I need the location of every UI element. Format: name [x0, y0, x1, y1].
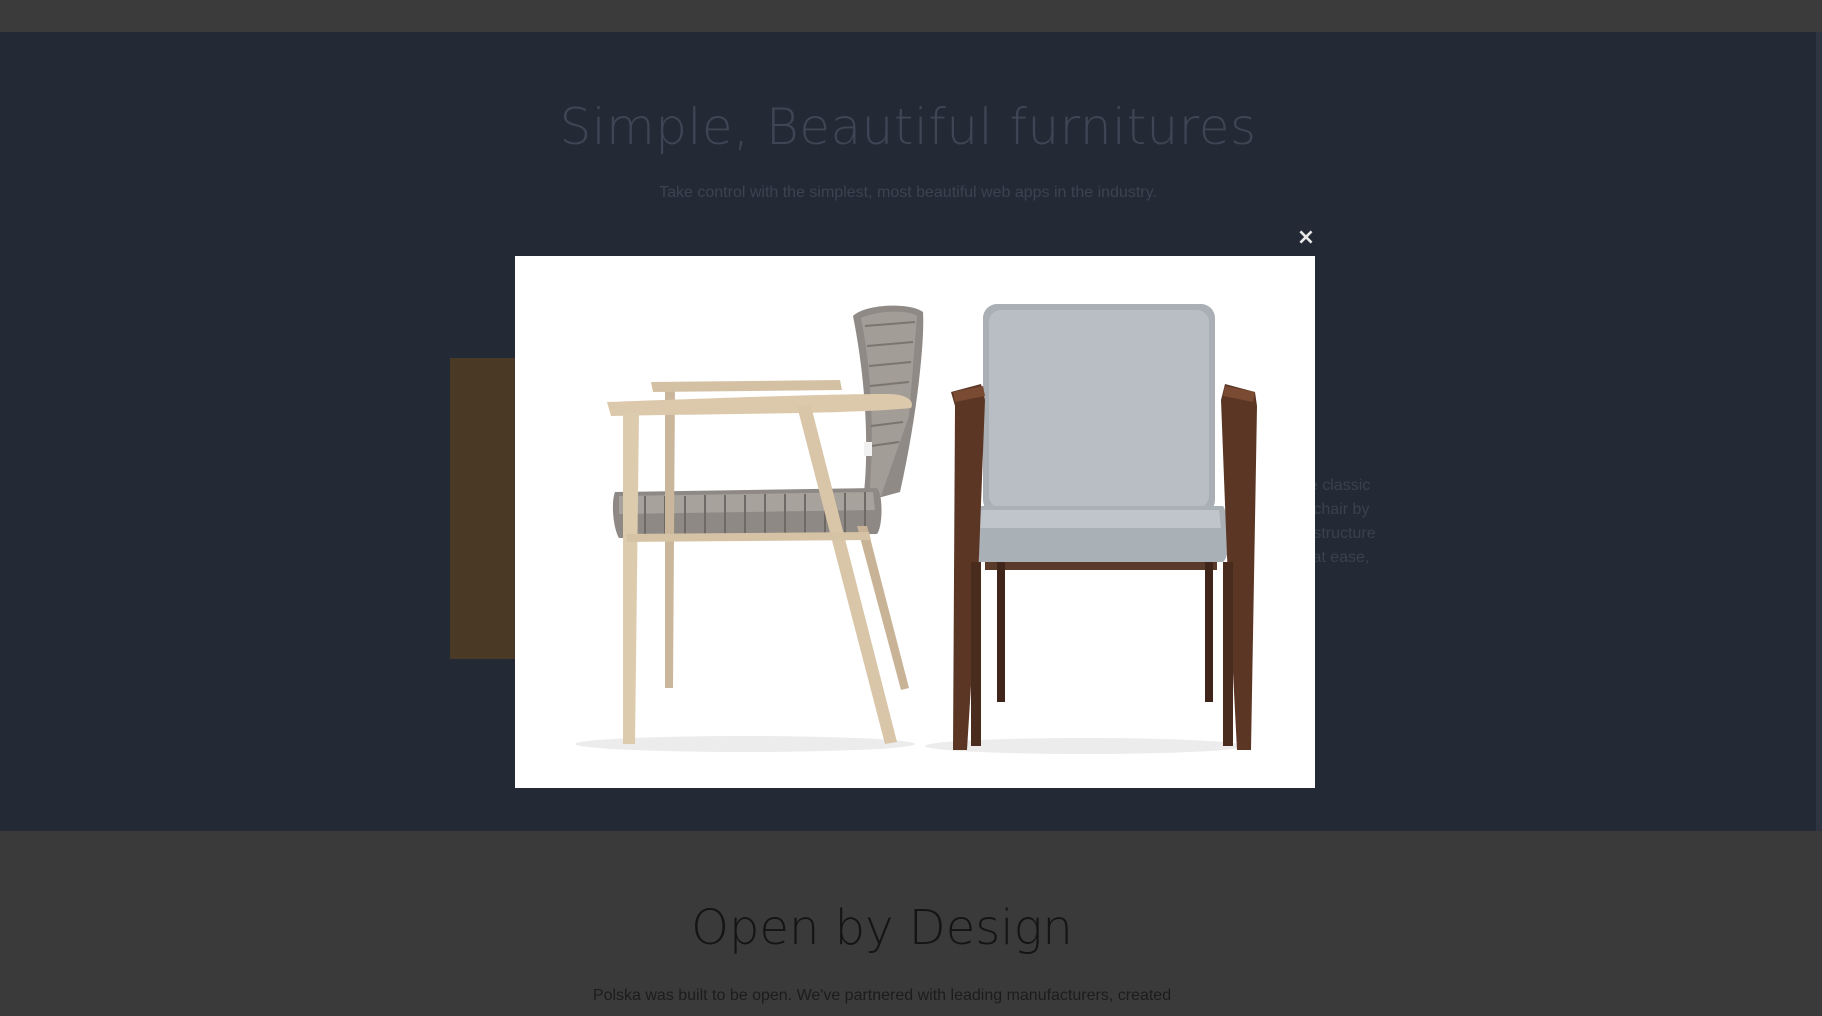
- feature-text-line: n structure: [1300, 525, 1376, 542]
- hero-title: Simple, Beautiful furnitures: [559, 98, 1257, 156]
- section-title: Open by Design: [691, 900, 1073, 956]
- feature-description: he classic n chair by n structure y at e…: [1300, 474, 1420, 570]
- feature-image-card: [450, 358, 515, 659]
- close-button[interactable]: ×: [1292, 224, 1320, 252]
- section-body: Polska was built to be open. We've partn…: [592, 987, 1172, 1004]
- feature-text-line: y at ease,: [1300, 549, 1370, 566]
- lightbox-image: [515, 256, 1315, 788]
- hero-subtitle: Take control with the simplest, most bea…: [659, 184, 1157, 201]
- chairs-image: [515, 256, 1315, 788]
- feature-text-line: n chair by: [1300, 501, 1370, 518]
- top-navbar: [0, 0, 1822, 32]
- feature-text-line: he classic: [1300, 477, 1371, 494]
- page-scrollbar[interactable]: [1816, 32, 1822, 831]
